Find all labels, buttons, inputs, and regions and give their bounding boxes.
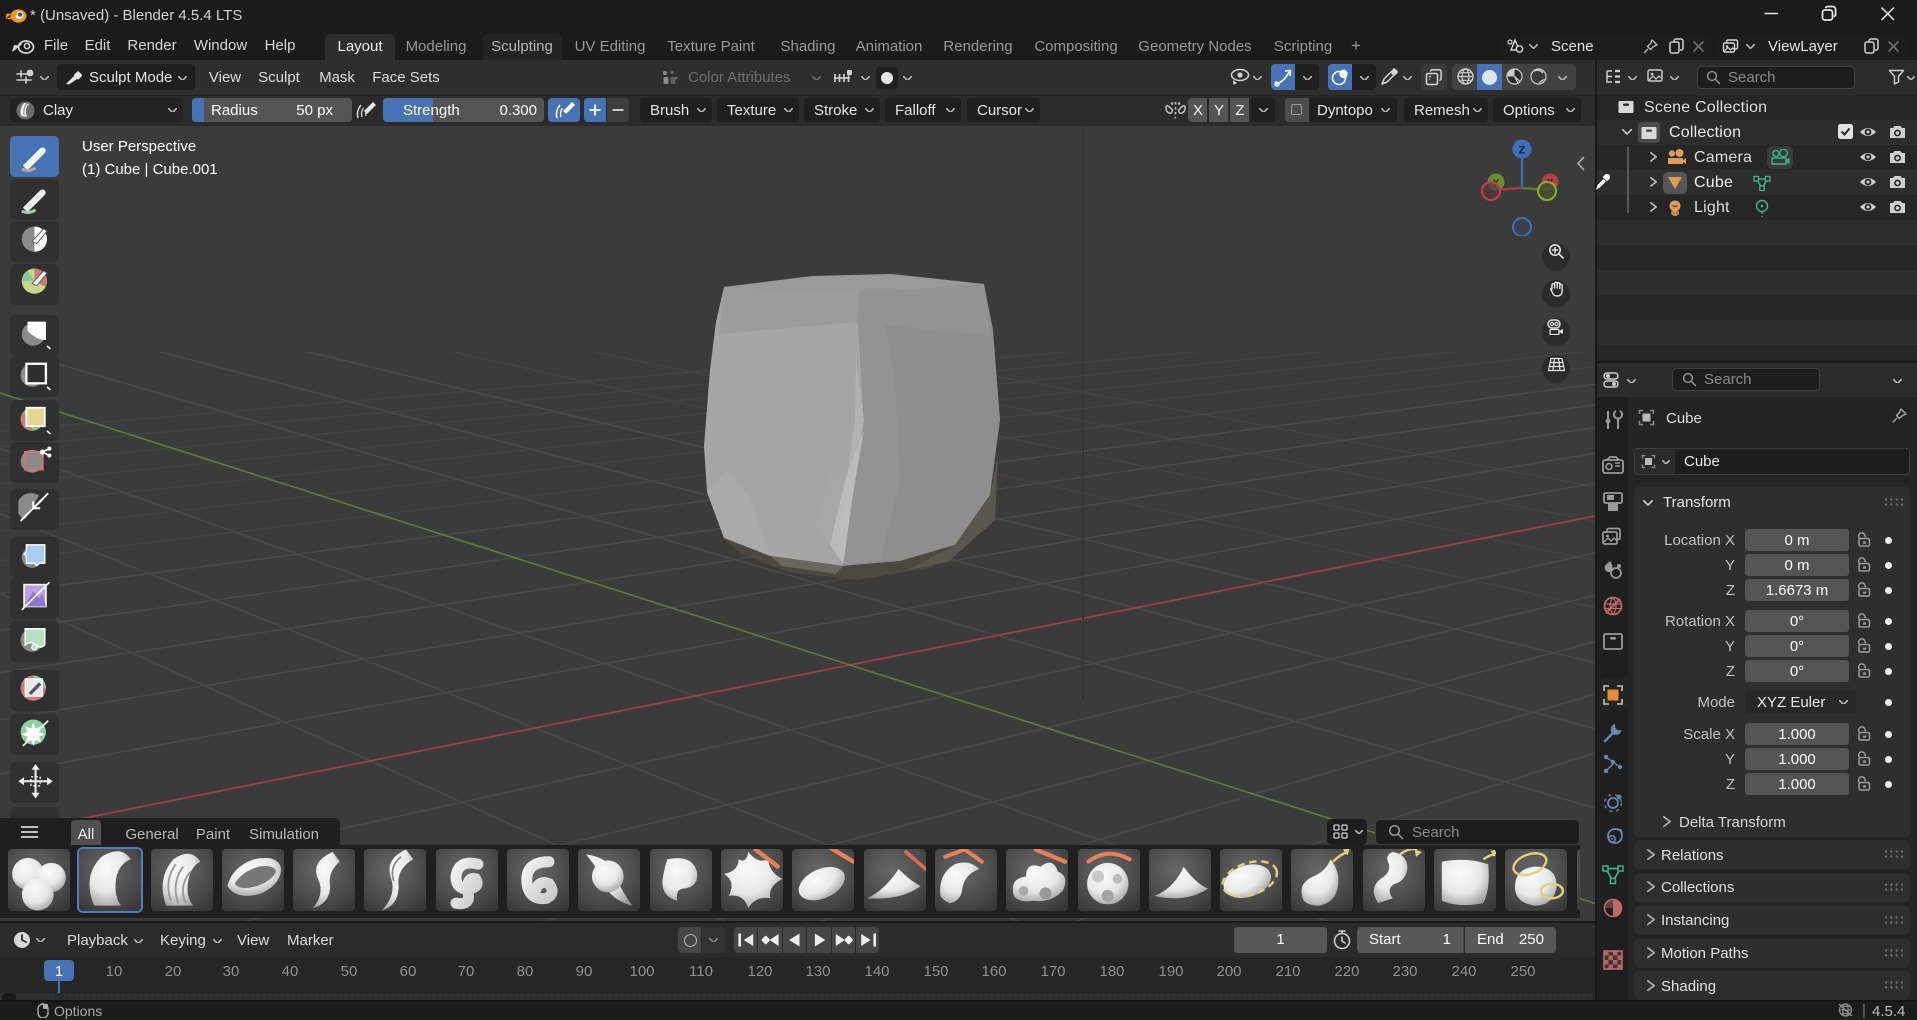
svg-text:Z: Z [1519, 145, 1526, 157]
